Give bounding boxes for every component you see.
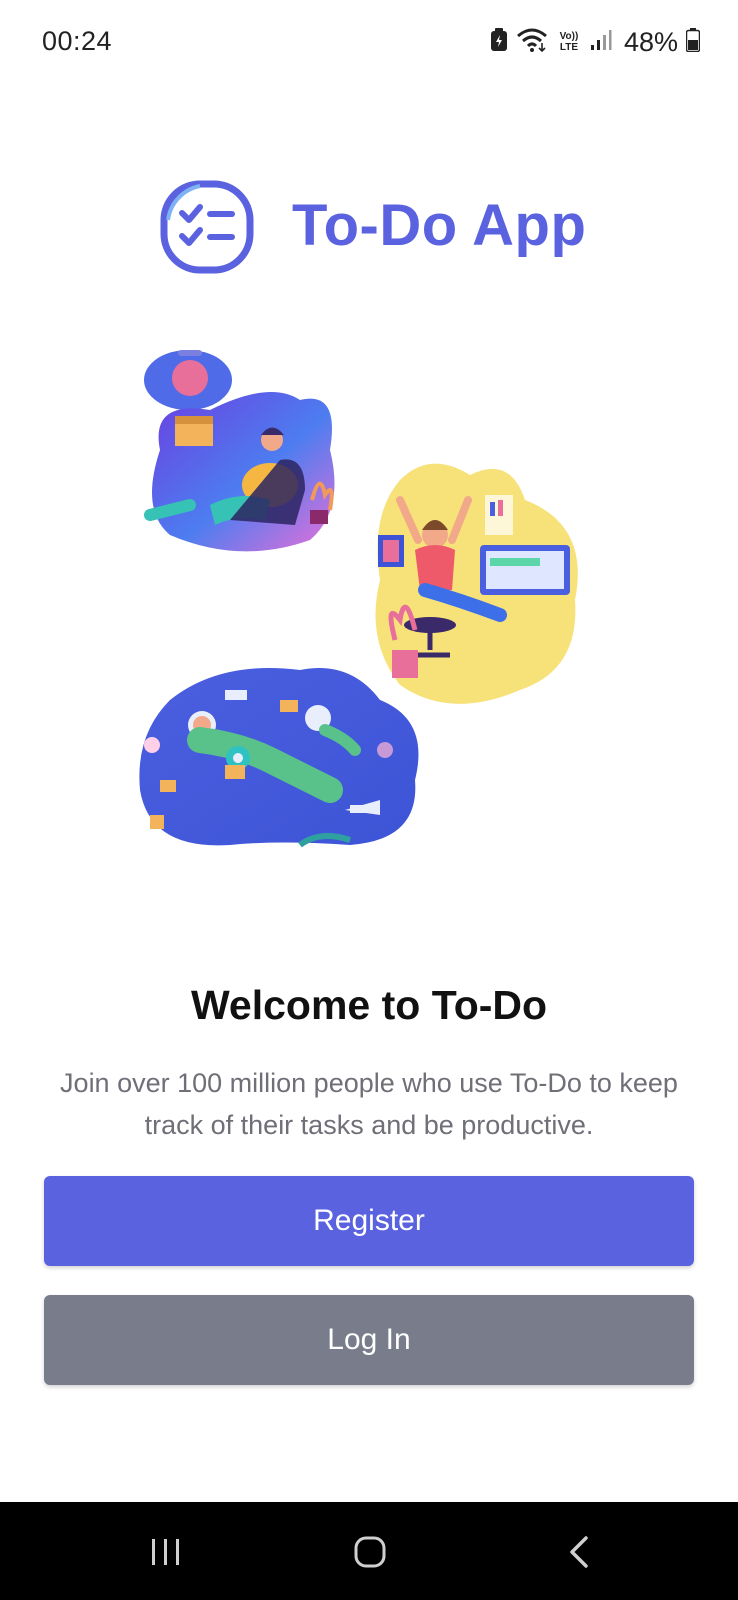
battery-icon bbox=[685, 27, 701, 57]
welcome-title: Welcome to To-Do bbox=[190, 982, 548, 1028]
battery-saver-icon bbox=[490, 27, 508, 57]
home-icon[interactable] bbox=[348, 1530, 392, 1574]
celebrating-person-illustration bbox=[375, 463, 578, 704]
checklist-icon bbox=[160, 180, 254, 279]
battery-percent: 48% bbox=[623, 26, 678, 57]
system-nav-bar bbox=[0, 1502, 738, 1600]
welcome-screen: 00:24 Vo)) LTE 48% To-Do App Welcome to … bbox=[0, 0, 738, 1600]
status-icons: Vo)) LTE 48% bbox=[490, 24, 701, 60]
astronauts-illustration bbox=[139, 668, 419, 848]
app-logo bbox=[160, 180, 254, 279]
signal-icon bbox=[590, 29, 612, 56]
volte-label: Vo)) LTE bbox=[559, 31, 579, 53]
wifi-icon bbox=[516, 27, 548, 58]
back-icon[interactable] bbox=[558, 1530, 602, 1574]
status-time: 00:24 bbox=[42, 26, 113, 56]
welcome-illustration bbox=[130, 340, 600, 870]
relaxing-person-illustration bbox=[144, 350, 335, 552]
login-button[interactable]: Log In bbox=[44, 1295, 694, 1385]
volte-icon: Vo)) LTE bbox=[556, 31, 582, 53]
recent-apps-icon[interactable] bbox=[144, 1530, 188, 1574]
status-bar: 00:24 Vo)) LTE 48% bbox=[0, 0, 738, 84]
welcome-subtitle: Join over 100 million people who use To-… bbox=[60, 1068, 678, 1140]
app-title: To-Do App bbox=[292, 193, 587, 258]
register-button[interactable]: Register bbox=[44, 1176, 694, 1266]
